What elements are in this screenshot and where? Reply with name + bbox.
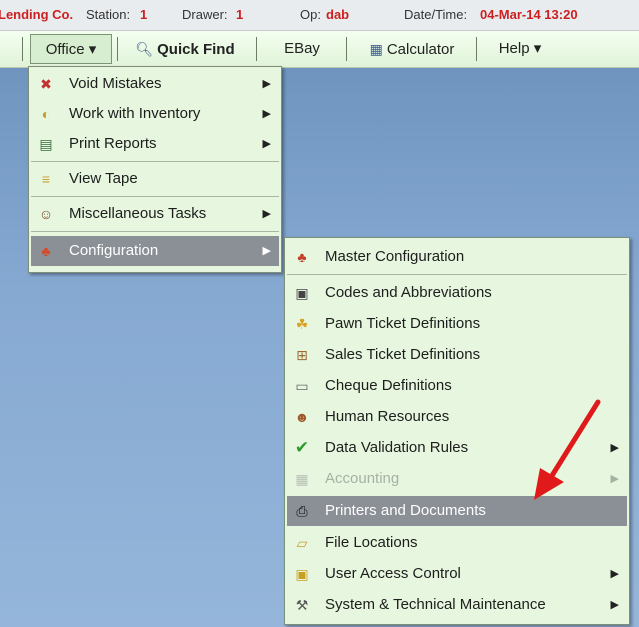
calculator-button[interactable]: ▦ Calculator (354, 34, 470, 64)
help-menu-button[interactable]: Help ▾ (484, 34, 556, 64)
quick-find-label: Quick Find (157, 41, 235, 58)
lock-icon: ▣ (295, 566, 309, 582)
void-mistakes-icon: ✖ (40, 76, 52, 92)
op-label: Op: (300, 7, 321, 22)
annotation-arrow-icon (534, 399, 601, 500)
submenu-arrow-icon: ▶ (262, 245, 271, 257)
tools-icon: ⚒ (295, 597, 309, 613)
submenu-arrow-icon: ▶ (610, 599, 619, 611)
search-icon: 🔍︎ (135, 41, 154, 57)
drawer-label: Drawer: (182, 7, 228, 22)
menu-item-user-access-control[interactable]: ▣ User Access Control ▶ (287, 559, 627, 589)
menu-divider (287, 274, 627, 275)
menu-item-system-technical-maintenance[interactable]: ⚒ System & Technical Maintenance ▶ (287, 590, 627, 620)
cheque-icon: ▭ (295, 378, 309, 394)
datetime-label: Date/Time: (404, 7, 468, 22)
menu-divider (31, 196, 279, 197)
menu-separator (256, 37, 257, 61)
quick-find-button[interactable]: 🔍︎ Quick Find (124, 34, 246, 64)
menu-item-configuration[interactable]: ♣ Configuration ▶ (31, 236, 279, 266)
submenu-arrow-icon: ▶ (610, 568, 619, 580)
office-menu-button[interactable]: Office ▾ (30, 34, 112, 64)
menu-item-miscellaneous-tasks[interactable]: ☺ Miscellaneous Tasks ▶ (31, 199, 279, 229)
inventory-icon: ◐ (41, 106, 51, 122)
master-config-icon: ♣ (297, 249, 307, 265)
menu-separator (22, 37, 23, 61)
printer-icon: ⎙ (296, 503, 308, 519)
codes-icon: ▣ (295, 285, 309, 301)
datetime-value: 04-Mar-14 13:20 (480, 7, 578, 22)
ebay-button[interactable]: EBay (272, 34, 332, 64)
menu-item-pawn-ticket-definitions[interactable]: ☘ Pawn Ticket Definitions (287, 309, 627, 339)
submenu-arrow-icon: ▶ (610, 473, 619, 485)
person-icon: ☺ (38, 206, 54, 222)
menu-separator (476, 37, 477, 61)
op-value: dab (326, 7, 350, 22)
menu-item-master-configuration[interactable]: ♣ Master Configuration (287, 242, 627, 272)
checkmark-icon: ✔ (294, 438, 310, 457)
submenu-arrow-icon: ▶ (262, 138, 271, 150)
office-dropdown-menu: ✖ Void Mistakes ▶ ◐ Work with Inventory … (28, 66, 282, 273)
menu-item-void-mistakes[interactable]: ✖ Void Mistakes ▶ (31, 69, 279, 99)
submenu-arrow-icon: ▶ (262, 208, 271, 220)
menu-item-work-with-inventory[interactable]: ◐ Work with Inventory ▶ (31, 99, 279, 129)
station-label: Station: (86, 7, 131, 22)
menu-bar: Office ▾ 🔍︎ Quick Find EBay ▦ Calculator H… (0, 31, 639, 68)
status-bar: Lending Co. Station: 1 Drawer: 1 Op: dab… (0, 0, 639, 31)
configuration-icon: ♣ (41, 243, 51, 259)
pawn-ticket-icon: ☘ (295, 316, 309, 332)
calculator-icon: ▦ (369, 41, 383, 57)
submenu-arrow-icon: ▶ (610, 442, 619, 454)
print-reports-icon: ▤ (39, 136, 53, 152)
folder-icon: ▱ (296, 535, 308, 551)
menu-item-file-locations[interactable]: ▱ File Locations (287, 528, 627, 558)
submenu-arrow-icon: ▶ (262, 108, 271, 120)
menu-separator (346, 37, 347, 61)
accounting-icon: ▦ (295, 471, 309, 487)
menu-divider (31, 161, 279, 162)
menu-divider (31, 231, 279, 232)
menu-item-codes-and-abbreviations[interactable]: ▣ Codes and Abbreviations (287, 278, 627, 308)
menu-item-print-reports[interactable]: ▤ Print Reports ▶ (31, 129, 279, 159)
cart-icon: ⊞ (296, 347, 308, 363)
people-icon: ☻ (294, 409, 310, 425)
menu-item-view-tape[interactable]: ≡ View Tape (31, 164, 279, 194)
menu-separator (117, 37, 118, 61)
station-value: 1 (140, 7, 148, 22)
tape-icon: ≡ (41, 171, 51, 187)
submenu-arrow-icon: ▶ (262, 78, 271, 90)
company-name: Lending Co. (0, 7, 74, 22)
drawer-value: 1 (236, 7, 244, 22)
menu-item-sales-ticket-definitions[interactable]: ⊞ Sales Ticket Definitions (287, 340, 627, 370)
calculator-label: Calculator (386, 41, 455, 58)
